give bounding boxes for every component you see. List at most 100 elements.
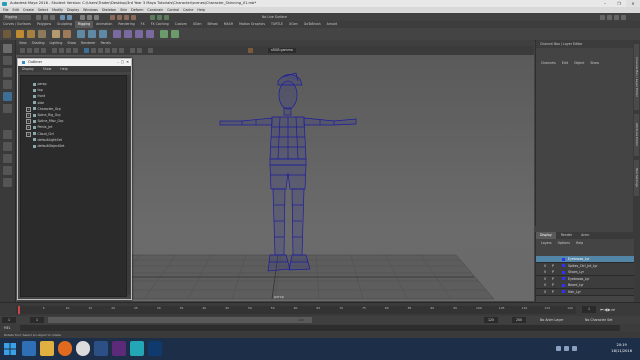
menu-create[interactable]: Create — [23, 8, 34, 12]
layer-color-swatch[interactable] — [562, 277, 565, 280]
layer-menu-options[interactable]: Options — [558, 241, 570, 245]
tab-attribute-editor[interactable]: Attribute Editor — [634, 114, 639, 156]
new-scene-icon[interactable] — [36, 14, 41, 20]
show-channel-box-icon[interactable] — [621, 14, 626, 20]
anim-end-field[interactable]: 200 — [512, 317, 526, 323]
single-perspective-layout-icon[interactable] — [3, 130, 12, 139]
show-tool-settings-icon[interactable] — [614, 14, 619, 20]
outliner-item[interactable]: + Cloud_Ctrl — [26, 131, 54, 137]
layer-visibility-toggle[interactable]: V — [544, 269, 546, 275]
internet-explorer-icon[interactable] — [22, 341, 36, 356]
layer-color-swatch[interactable] — [562, 283, 565, 287]
channel-box-menu-object[interactable]: Object — [574, 61, 584, 65]
layer-visibility-toggle[interactable]: V — [544, 282, 546, 288]
aim-constraint-icon[interactable] — [146, 30, 154, 38]
point-constraint-icon[interactable] — [113, 30, 121, 38]
nurbs-circle-icon[interactable] — [171, 30, 179, 38]
four-view-layout-icon[interactable] — [3, 142, 12, 151]
maya-taskbar-icon[interactable] — [130, 341, 144, 356]
layer-color-swatch[interactable] — [562, 264, 565, 267]
close-button[interactable]: ✕ — [626, 0, 640, 7]
camera-attributes-icon[interactable] — [27, 48, 32, 53]
layer-visibility-toggle[interactable]: V — [544, 289, 546, 295]
system-clock[interactable]: 20:19 18/11/2016 — [611, 342, 632, 354]
photoshop-icon[interactable] — [94, 341, 108, 356]
parent-constraint-icon[interactable] — [135, 30, 143, 38]
snap-view-icon[interactable] — [131, 14, 136, 20]
shelf-tab-arnold[interactable]: Arnold — [324, 21, 340, 28]
outliner-maximize-button[interactable]: □ — [121, 59, 124, 66]
shelf-tab-curves-surfaces[interactable]: Curves / Surfaces — [0, 21, 34, 28]
ipr-render-icon[interactable] — [157, 14, 162, 20]
layer-menu-help[interactable]: Help — [576, 241, 583, 245]
select-tool-icon[interactable] — [3, 44, 12, 53]
channel-box-menu-show[interactable]: Show — [590, 61, 599, 65]
move-tool-icon[interactable] — [3, 80, 12, 89]
outliner-scrollbar[interactable] — [127, 75, 130, 295]
cluster-icon[interactable] — [77, 30, 85, 38]
snap-point-icon[interactable] — [124, 14, 129, 20]
panel-menu-show[interactable]: Show — [67, 41, 76, 45]
menu-set-select[interactable]: Rigging — [3, 14, 31, 20]
file-explorer-icon[interactable] — [40, 341, 54, 356]
select-camera-icon[interactable] — [20, 48, 25, 53]
xray-icon[interactable] — [130, 48, 135, 53]
menu-constrain[interactable]: Constrain — [147, 8, 163, 12]
layer-playback-toggle[interactable]: P — [552, 276, 554, 282]
shelf-settings-icon[interactable] — [3, 30, 11, 38]
snap-grid-icon[interactable] — [110, 14, 115, 20]
undo-icon[interactable] — [60, 14, 65, 20]
tab-display-layers[interactable]: Display — [536, 232, 556, 239]
shelf-tab-gotobrush[interactable]: GoToBrush — [301, 21, 324, 28]
persp-outliner-layout-icon[interactable] — [3, 154, 12, 163]
layer-color-swatch[interactable] — [562, 257, 565, 261]
shelf-tab-fx-caching[interactable]: FX Caching — [148, 21, 172, 28]
layer-menu-layers[interactable]: Layers — [541, 241, 552, 245]
command-language-label[interactable]: MEL — [4, 324, 11, 332]
menu-edit[interactable]: Edit — [13, 8, 19, 12]
joint-tool-icon[interactable] — [16, 30, 24, 38]
rotate-tool-icon[interactable] — [3, 92, 12, 101]
panel-menu-renderer[interactable]: Renderer — [81, 41, 96, 45]
render-settings-icon[interactable] — [164, 14, 169, 20]
windows-start-icon[interactable] — [3, 342, 17, 356]
outliner-item[interactable]: top — [33, 88, 43, 92]
photoshop-document-icon[interactable] — [148, 341, 162, 356]
menu-select[interactable]: Select — [38, 8, 48, 12]
shelf-tab-mash[interactable]: MASH — [221, 21, 236, 28]
character-set-select[interactable]: No Character Set — [585, 316, 612, 324]
network-icon[interactable] — [556, 346, 561, 351]
grid-toggle-icon[interactable] — [52, 48, 57, 53]
tab-anim-layers[interactable]: Anim — [577, 232, 593, 239]
wireframe-on-shaded-icon[interactable] — [98, 48, 103, 53]
layer-visibility-toggle[interactable]: V — [544, 276, 546, 282]
shelf-tab-bifrost[interactable]: Bifrost — [204, 21, 220, 28]
lattice-icon[interactable] — [88, 30, 96, 38]
use-all-lights-icon[interactable] — [112, 48, 117, 53]
shelf-tab-custom[interactable]: Custom — [172, 21, 190, 28]
bind-skin-icon[interactable] — [52, 30, 60, 38]
show-modeling-toolkit-icon[interactable] — [600, 14, 605, 20]
tab-tool-settings[interactable]: Tool Settings — [634, 160, 639, 196]
shelf-tab-sculpting[interactable]: Sculpting — [54, 21, 75, 28]
battery-icon[interactable] — [572, 346, 577, 351]
layer-color-swatch[interactable] — [562, 270, 565, 274]
live-surface-label[interactable]: No Live Surface — [262, 15, 287, 20]
shadows-icon[interactable] — [119, 48, 124, 53]
anim-layer-select[interactable]: No Anim Layer — [540, 316, 563, 324]
lasso-tool-icon[interactable] — [3, 56, 12, 65]
menu-control[interactable]: Control — [167, 8, 179, 12]
snap-curve-icon[interactable] — [117, 14, 122, 20]
textured-icon[interactable] — [105, 48, 110, 53]
hypershade-layout-icon[interactable] — [3, 178, 12, 187]
shelf-tab-rendering[interactable]: Rendering — [115, 21, 137, 28]
expand-icon[interactable]: + — [26, 113, 31, 118]
menu-display[interactable]: Display — [67, 8, 79, 12]
onenote-icon[interactable] — [112, 341, 126, 356]
menu-skeleton[interactable]: Skeleton — [102, 8, 116, 12]
outliner-menu-show[interactable]: Show — [43, 67, 52, 71]
open-scene-icon[interactable] — [43, 14, 48, 20]
layer-color-swatch[interactable] — [562, 290, 565, 293]
layer-playback-toggle[interactable]: P — [552, 282, 554, 288]
paint-weights-icon[interactable] — [63, 30, 71, 38]
